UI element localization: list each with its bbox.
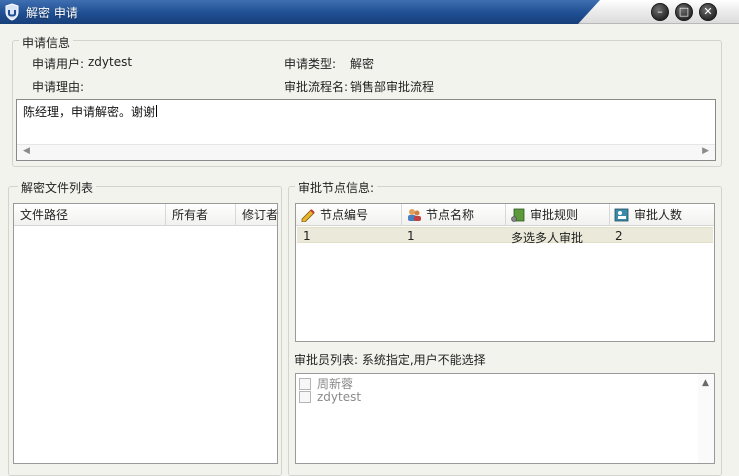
column-header-rule[interactable]: 审批规则 [506, 204, 610, 226]
user-label: 申请用户: [32, 57, 85, 71]
cell-count: 2 [615, 229, 623, 243]
approver-checkbox[interactable] [299, 391, 311, 403]
approver-name: zdytest [317, 390, 362, 404]
node-name-label: 节点名称 [426, 208, 475, 222]
scroll-left-icon[interactable]: ◀ [23, 146, 30, 156]
flow-label: 审批流程名: [284, 80, 349, 94]
file-list-header: 文件路径 所有者 修订者 [14, 204, 280, 226]
close-button[interactable]: ✕ [699, 3, 717, 21]
people-count-icon [614, 208, 629, 222]
cell-node-name: 1 [407, 229, 415, 243]
approver-name: 周新蓉 [317, 377, 354, 391]
table-row[interactable]: 1 1 多选多人审批 2 [297, 227, 713, 245]
type-value: 解密 [350, 57, 375, 71]
cell-node-id: 1 [303, 229, 311, 243]
cell-rule: 多选多人审批 [511, 231, 584, 245]
node-id-label: 节点编号 [320, 208, 369, 222]
minimize-button[interactable]: – [651, 3, 669, 21]
column-header-count[interactable]: 审批人数 [610, 204, 714, 226]
maximize-button[interactable]: □ [675, 3, 693, 21]
pencil-icon [301, 209, 315, 222]
window-title: 解密 申请 [26, 6, 78, 20]
reason-label: 申请理由: [32, 80, 85, 94]
reason-text: 陈经理，申请解密。谢谢 [23, 105, 156, 119]
title-bar: 解密 申请 – □ ✕ [0, 0, 739, 24]
approval-nodes-title: 审批节点信息: [295, 179, 378, 196]
request-info-title: 申请信息 [19, 34, 74, 51]
column-header-file-path[interactable]: 文件路径 [14, 204, 166, 226]
column-header-owner[interactable]: 所有者 [166, 204, 236, 226]
list-item: 周新蓉 [299, 375, 354, 391]
reason-textarea[interactable]: 陈经理，申请解密。谢谢 ◀ ▶ [16, 99, 716, 161]
approver-checkbox[interactable] [299, 378, 311, 390]
reason-text-wrap: 陈经理，申请解密。谢谢 [23, 103, 158, 120]
app-shield-icon [5, 3, 19, 21]
list-item: zdytest [299, 390, 361, 404]
text-caret [156, 105, 158, 117]
users-icon [408, 209, 421, 221]
approval-node-table[interactable]: 节点编号 节点名称 审批规则 审批人数 1 1 多选多人审批 2 [295, 203, 715, 342]
approver-list[interactable]: 周新蓉 zdytest ▲ [295, 373, 715, 464]
column-header-node-name[interactable]: 节点名称 [402, 204, 506, 226]
approvers-label: 审批员列表: 系统指定,用户不能选择 [294, 353, 486, 367]
column-header-node-id[interactable]: 节点编号 [296, 204, 402, 226]
reason-hscrollbar[interactable]: ◀ ▶ [17, 144, 715, 160]
file-list[interactable]: 文件路径 所有者 修订者 [13, 203, 278, 464]
flow-value: 销售部审批流程 [350, 80, 435, 94]
count-label: 审批人数 [634, 208, 683, 222]
approver-vscrollbar[interactable]: ▲ [698, 374, 714, 463]
title-bar-accent [0, 0, 600, 24]
node-table-header: 节点编号 节点名称 审批规则 审批人数 [296, 204, 714, 226]
user-value: zdytest [88, 55, 133, 69]
rule-label: 审批规则 [530, 208, 579, 222]
column-header-reviser[interactable]: 修订者 [236, 204, 280, 226]
type-label: 申请类型: [284, 57, 337, 71]
rule-book-icon [511, 208, 525, 222]
file-list-title: 解密文件列表 [18, 179, 97, 196]
scroll-up-icon[interactable]: ▲ [702, 378, 709, 388]
scroll-right-icon[interactable]: ▶ [702, 146, 709, 156]
